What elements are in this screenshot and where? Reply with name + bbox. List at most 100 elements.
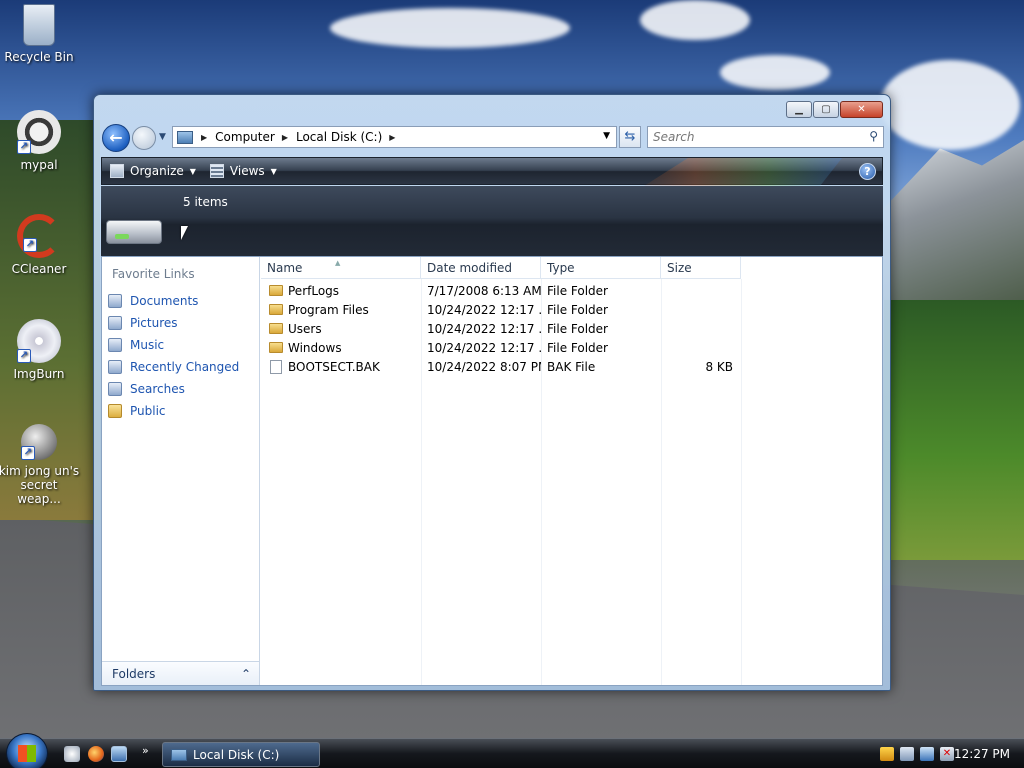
cloud: [330, 8, 570, 48]
windows-logo-icon: [18, 745, 36, 762]
recycle-bin-icon: [23, 4, 55, 46]
help-button[interactable]: ?: [859, 163, 876, 180]
close-button[interactable]: ✕: [840, 101, 883, 118]
desktop-icon-mypal[interactable]: ↗ mypal: [0, 110, 81, 172]
clock[interactable]: 12:27 PM: [954, 747, 1010, 761]
back-button[interactable]: ←: [102, 124, 130, 152]
file-row[interactable]: BOOTSECT.BAK 10/24/2022 8:07 PM BAK File…: [261, 357, 741, 376]
folder-icon: [269, 342, 283, 353]
shortcut-arrow-icon: ↗: [21, 446, 35, 460]
minimize-button[interactable]: ▁: [786, 101, 812, 118]
favorite-link-public[interactable]: Public: [108, 400, 239, 422]
file-type: File Folder: [547, 321, 608, 336]
taskbar-button-local-disk[interactable]: Local Disk (C:): [162, 742, 320, 767]
column-header-type[interactable]: Type: [541, 257, 661, 279]
organize-icon: [110, 164, 124, 178]
desktop-wallpaper-forest: [884, 300, 1024, 560]
cloud: [880, 60, 1020, 150]
views-icon: [209, 164, 224, 178]
file-name: Program Files: [288, 302, 369, 317]
chevron-right-icon[interactable]: »: [142, 744, 158, 760]
refresh-button[interactable]: ⇆: [619, 126, 641, 148]
desktop-icon-label: CCleaner: [11, 262, 67, 276]
searches-icon: [108, 382, 122, 396]
desktop-icon-label: mypal: [20, 158, 58, 172]
file-row[interactable]: Program Files 10/24/2022 12:17 ... File …: [261, 300, 741, 319]
file-icon: [270, 359, 282, 374]
raccoon-icon: ↗: [17, 110, 61, 154]
pictures-icon: [108, 316, 122, 330]
show-desktop-icon[interactable]: [64, 746, 80, 762]
maximize-button[interactable]: ▢: [813, 101, 839, 118]
desktop-icon-label: Recycle Bin: [4, 50, 74, 64]
network-icon[interactable]: [920, 747, 934, 761]
ccleaner-icon: ↗: [17, 214, 61, 258]
desktop-icon-imgburn[interactable]: ↗ ImgBurn: [0, 319, 81, 381]
navigation-bar: ← ▼ ▶ Computer ▶ Local Disk (C:) ▶ ▼ ⇆ Sea…: [102, 124, 884, 152]
address-bar[interactable]: ▶ Computer ▶ Local Disk (C:) ▶ ▼: [172, 126, 617, 148]
favorite-link-recently-changed[interactable]: Recently Changed: [108, 356, 239, 378]
cloud: [640, 0, 750, 40]
sort-ascending-icon: ▲: [335, 259, 341, 267]
maximize-icon: ▢: [821, 104, 831, 115]
recently-changed-icon: [108, 360, 122, 374]
security-shield-icon[interactable]: [880, 747, 894, 761]
chevron-up-icon: ⌃: [240, 666, 251, 681]
column-header-name[interactable]: Name ▲: [261, 257, 421, 279]
file-name: Windows: [288, 340, 342, 355]
folder-icon: [269, 323, 283, 334]
desktop-icon-ccleaner[interactable]: ↗ CCleaner: [0, 214, 81, 276]
file-row[interactable]: Users 10/24/2022 12:17 ... File Folder: [261, 319, 741, 338]
desktop-icon-secret-weapon[interactable]: ↗ kim jong un's secret weap...: [0, 424, 81, 506]
start-button[interactable]: [6, 733, 48, 768]
file-date: 10/24/2022 12:17 ...: [427, 302, 541, 317]
shortcut-arrow-icon: ↗: [23, 238, 37, 252]
taskbar-button-label: Local Disk (C:): [193, 747, 280, 762]
explorer-icon: [171, 748, 187, 761]
cloud: [720, 55, 830, 90]
file-type: File Folder: [547, 283, 608, 298]
file-row[interactable]: PerfLogs 7/17/2008 6:13 AM File Folder: [261, 281, 741, 300]
safely-remove-icon[interactable]: [900, 747, 914, 761]
favorite-link-pictures[interactable]: Pictures: [108, 312, 239, 334]
file-list: Name ▲ Date modified Type Size PerfLogs 7…: [261, 257, 882, 685]
chevron-down-icon: ▼: [189, 166, 196, 176]
views-menu-button[interactable]: Views ▼: [209, 164, 277, 178]
folders-toggle[interactable]: Folders ⌃: [102, 661, 259, 685]
volume-muted-icon[interactable]: ✕: [940, 747, 954, 761]
organize-menu-button[interactable]: Organize ▼: [110, 164, 196, 178]
breadcrumb-separator-icon[interactable]: ▶: [282, 133, 288, 142]
file-type: File Folder: [547, 340, 608, 355]
breadcrumb-separator-icon[interactable]: ▶: [389, 133, 395, 142]
firefox-icon[interactable]: [88, 746, 104, 762]
column-header-size[interactable]: Size: [661, 257, 741, 279]
spiked-ball-icon: ↗: [21, 424, 57, 460]
favorite-link-music[interactable]: Music: [108, 334, 239, 356]
search-placeholder: Search: [653, 130, 695, 144]
desktop-icon-recycle-bin[interactable]: Recycle Bin: [0, 4, 81, 64]
chevron-down-icon: ▼: [270, 166, 277, 176]
forward-button[interactable]: [132, 126, 156, 150]
breadcrumb-local-disk[interactable]: Local Disk (C:) ▶: [296, 130, 395, 144]
documents-icon: [108, 294, 122, 308]
recent-pages-dropdown[interactable]: ▼: [159, 132, 166, 142]
switch-windows-icon[interactable]: [111, 746, 127, 762]
favorite-links-title: Favorite Links: [112, 267, 195, 281]
breadcrumb-computer[interactable]: Computer ▶: [215, 130, 288, 144]
file-row[interactable]: Windows 10/24/2022 12:17 ... File Folder: [261, 338, 741, 357]
navigation-pane: Favorite Links Documents Pictures Music …: [102, 257, 260, 685]
favorite-link-searches[interactable]: Searches: [108, 378, 239, 400]
favorite-link-documents[interactable]: Documents: [108, 290, 239, 312]
column-divider: [741, 279, 742, 685]
breadcrumb-separator-icon[interactable]: ▶: [201, 133, 207, 142]
file-type: File Folder: [547, 302, 608, 317]
search-icon[interactable]: ⚲: [869, 129, 878, 143]
file-rows: PerfLogs 7/17/2008 6:13 AM File Folder P…: [261, 281, 741, 376]
search-input[interactable]: Search ⚲: [647, 126, 884, 148]
address-dropdown-icon[interactable]: ▼: [603, 131, 610, 141]
folder-icon: [108, 404, 122, 418]
folder-icon: [269, 285, 283, 296]
column-header-date-modified[interactable]: Date modified: [421, 257, 541, 279]
minimize-icon: ▁: [795, 104, 803, 115]
favorite-links-list: Documents Pictures Music Recently Change…: [108, 290, 239, 422]
